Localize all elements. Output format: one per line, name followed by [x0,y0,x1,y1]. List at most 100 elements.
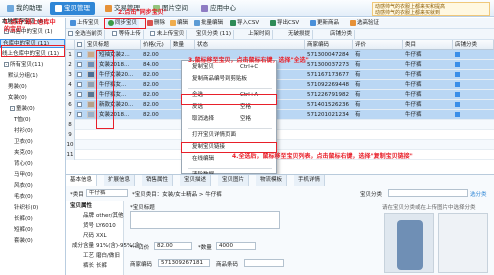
detail-tab[interactable]: 宝贝图片 [218,175,250,186]
property-row[interactable]: 尺码 XXL [66,232,122,240]
qty-input[interactable]: 4000 [216,242,256,250]
column-header-qty[interactable]: 数量 [171,40,195,50]
menu-item[interactable]: 取消选择 空格 [183,115,275,124]
row-checkbox[interactable] [77,92,82,97]
tree-item[interactable]: 长裤(0) [0,215,65,224]
column-header-code[interactable]: 商家编码 [305,40,353,50]
detail-tab[interactable]: 基本信息 [66,175,98,186]
column-header-title[interactable]: 宝贝标题 [85,40,141,50]
detail-tab[interactable]: 扩展信息 [104,175,136,186]
select-all-checkbox[interactable] [77,42,82,47]
filter-category[interactable]: 宝贝分类 (11) [194,30,235,39]
price-input[interactable]: 82.00 [154,242,192,250]
tree-item[interactable]: 夹克(0) [0,149,65,158]
column-header-shop-category[interactable]: 店铺分类 [453,40,494,50]
tree-item[interactable]: 短裤(0) [0,226,65,235]
filter-not-uploaded[interactable]: 未上传宝贝 [148,30,188,39]
tree-expander-icon[interactable]: - [10,106,15,111]
edit-button[interactable]: 编辑 [170,19,188,28]
tree-item[interactable]: 女装(0) [0,94,65,103]
tree-item[interactable]: 衬衫(0) [0,127,65,136]
category-select[interactable]: 牛仔裤 [86,189,128,197]
table-row[interactable]: 6 新款女装20... 82.00 571401526236 有牛仔裤 [66,100,494,110]
select-all-header[interactable] [75,40,85,50]
property-row[interactable]: 货号 LY6010 [66,222,122,230]
filter-select-page[interactable]: 全选当前页 [66,30,106,39]
tree-item[interactable]: 默认分组(1) [0,72,65,81]
row-checkbox[interactable] [77,82,82,87]
detail-tab[interactable]: 销售属性 [142,175,174,186]
waiting-checkbox[interactable] [112,31,117,36]
row-checkbox[interactable] [77,62,82,67]
tree-item[interactable]: 卫衣(0) [0,138,65,147]
row-checkbox[interactable] [77,102,82,107]
filter-no-damage[interactable]: 无破损提 [286,30,314,39]
menu-item[interactable]: 复制宝贝 Ctrl+C [183,63,275,72]
tree-item[interactable]: - 所有宝贝(11) [0,61,65,70]
tree-item[interactable]: 男装(0) [0,83,65,92]
tree-item[interactable]: 背心(0) [0,160,65,169]
detail-tab[interactable]: 宝贝描述 [180,175,212,186]
menu-item-label: 取消选择 [192,116,215,122]
filter-shop-category[interactable]: 店铺分类 [328,30,356,39]
products-icon [55,4,62,12]
cell-price [141,130,171,140]
delete-button[interactable]: 删除 [147,19,165,28]
batch-edit-button[interactable]: 批量编辑 [194,19,223,28]
import-csv-button[interactable]: 导入CSV [230,19,259,28]
product-photo-2[interactable] [438,213,488,273]
row-checkbox[interactable] [77,112,82,117]
checkbox-cell [75,150,85,160]
property-row[interactable]: 品牌 other/其他 [66,212,124,220]
tree-item[interactable]: 毛衣(0) [0,193,65,202]
tree-item[interactable]: T恤(0) [0,116,65,125]
tree-item[interactable]: - 童装(0) [0,105,65,114]
nav-tab-apps[interactable]: 应用中心 [196,2,241,15]
column-header-category[interactable]: 类目 [403,40,453,50]
product-photo[interactable] [384,213,434,273]
filter-shelf-time[interactable]: 上架时间 [246,30,274,39]
tree-expander-icon[interactable]: - [4,62,9,67]
table-row[interactable]: 10 [66,140,494,150]
verify-button[interactable]: 选高验证 [350,19,379,28]
batch-edit-icon [194,19,200,26]
tree-item[interactable]: 针织衫(0) [0,204,65,213]
property-row[interactable]: 成分含量 91%(含)-95%(含) [66,242,142,250]
nav-tab-assistant[interactable]: 我的助理 [2,2,47,15]
table-row[interactable]: 5 牛仔裤女... 82.00 571226791982 有牛仔裤 [66,90,494,100]
column-header-state[interactable]: 状态 [195,40,305,50]
property-row[interactable]: 裤长 长裤 [66,262,122,270]
row-checkbox[interactable] [77,52,82,57]
title-input[interactable] [130,211,280,229]
tree-item[interactable]: 风衣(0) [0,182,65,191]
shop-category-input[interactable] [388,189,468,197]
update-goods-button[interactable]: 更新商品 [310,19,339,28]
property-key: 裤长 [82,263,94,269]
export-icon [270,19,276,26]
tree-item[interactable]: 套装(0) [0,237,65,246]
table-row[interactable]: 7 女装2018... 82.00 571201021234 有牛仔裤 [66,110,494,120]
table-row[interactable]: 3 牛仔女装20... 82.00 571167173677 有牛仔裤 [66,70,494,80]
not-uploaded-checkbox[interactable] [150,31,155,36]
upload-button[interactable]: 上传宝贝 [70,19,99,28]
table-row[interactable]: 8 [66,120,494,130]
column-header-eval[interactable]: 评价 [353,40,403,50]
code-input[interactable]: 571309267181 [158,259,210,267]
detail-tab[interactable]: 手机详情 [294,175,326,186]
table-row[interactable]: 9 [66,130,494,140]
table-row[interactable]: 4 牛仔裤女... 82.00 571092269448 有牛仔裤 [66,80,494,90]
menu-item[interactable]: 复制商品编号到剪贴板 [183,75,275,84]
property-row[interactable]: 工艺 磨白/做旧 [66,252,122,260]
promo-notice[interactable]: 动感帅气的衣服上都来买和提高 动感帅气的衣服上都来买就到 [372,2,490,16]
export-csv-button[interactable]: 导出CSV [270,19,299,28]
filter-waiting[interactable]: 等待上传 [110,30,144,39]
select-page-checkbox[interactable] [68,31,73,36]
detail-tab[interactable]: 物流模板 [256,175,288,186]
column-header-price[interactable]: 价格(元) [141,40,171,50]
choose-category-link[interactable]: 选分类 [470,190,487,198]
nav-tab-products[interactable]: 宝贝管理 [50,2,95,15]
row-checkbox[interactable] [77,72,82,77]
menu-item[interactable]: 打开宝贝详情页面 [183,131,275,140]
barcode-input[interactable] [244,259,284,267]
tree-item[interactable]: 马甲(0) [0,171,65,180]
